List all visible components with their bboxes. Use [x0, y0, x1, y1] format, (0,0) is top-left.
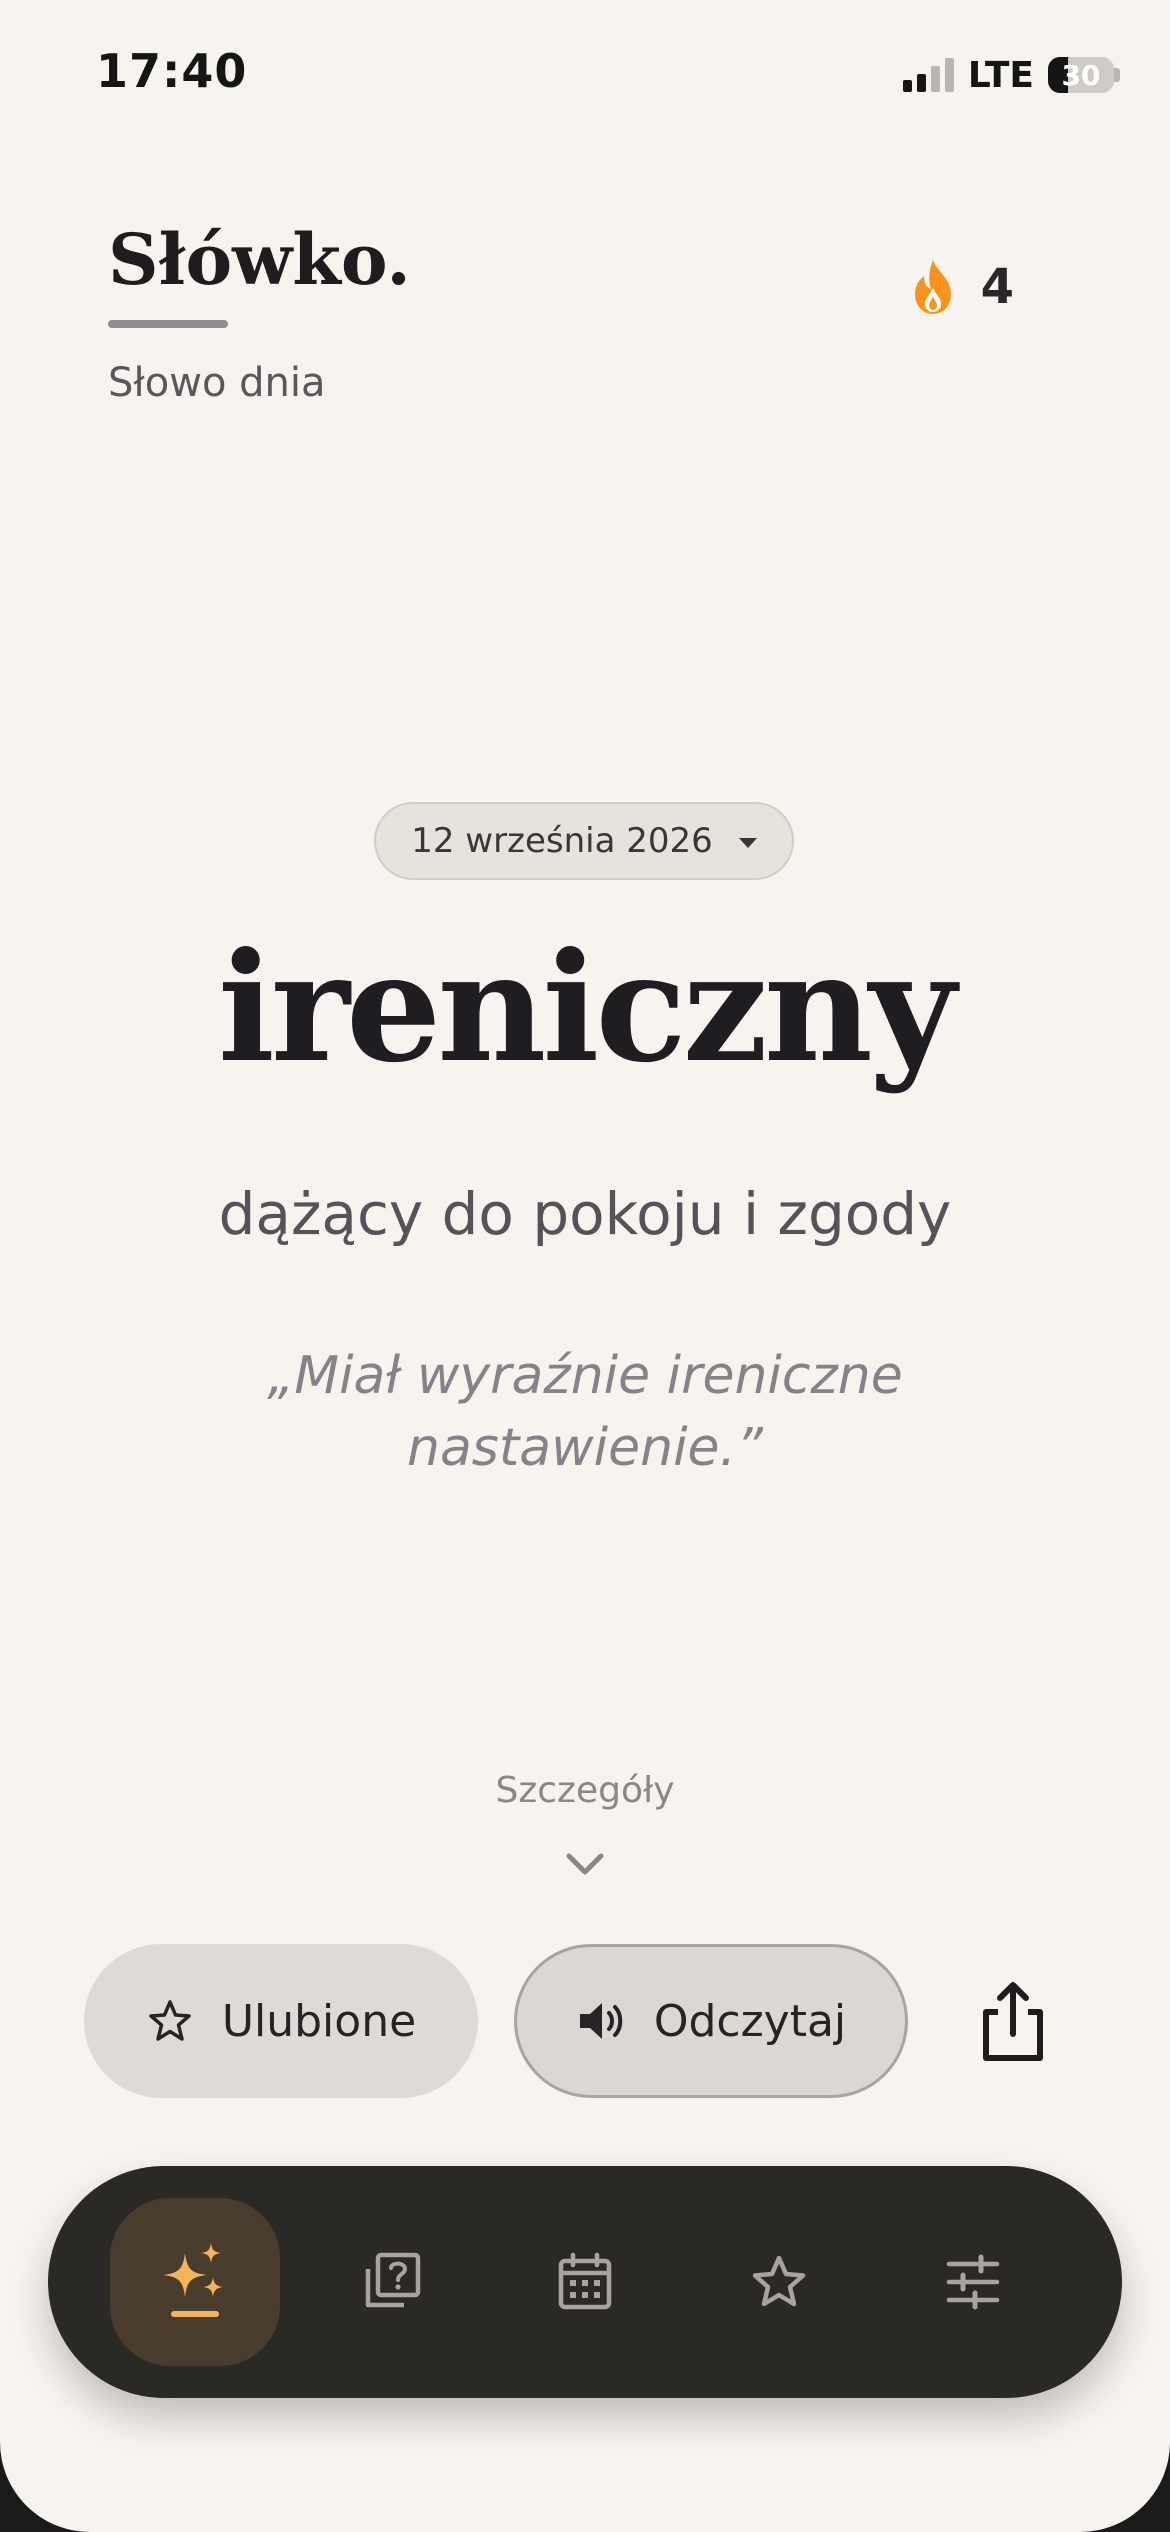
star-outline-icon — [149, 2000, 191, 2041]
calendar-icon — [558, 2252, 612, 2310]
flame-icon — [914, 260, 951, 314]
sliders-icon — [946, 2254, 1000, 2310]
star-icon — [752, 2255, 806, 2307]
bottom-nav — [48, 2166, 1122, 2398]
nav-item-calendar[interactable] — [500, 2166, 670, 2398]
page-subtitle: Słowo dnia — [108, 360, 326, 406]
date-label: 12 września 2026 — [411, 821, 713, 861]
speaker-icon — [579, 2003, 623, 2039]
share-icon[interactable] — [976, 1978, 1050, 2064]
favorite-label: Ulubione — [221, 1995, 417, 2047]
app-screen: 17:40 LTE 30 Słówko. Słowo dnia 4 12 wrz… — [0, 0, 1170, 2532]
streak-counter[interactable]: 4 — [907, 258, 1014, 316]
status-indicators: LTE 30 — [902, 50, 1120, 100]
details-toggle[interactable]: Szczegóły — [0, 1770, 1170, 1811]
quiz-icon — [365, 2252, 421, 2308]
chevron-down-icon[interactable] — [563, 1848, 607, 1880]
word-example: „Miał wyraźnie ireniczne nastawienie.” — [267, 1346, 903, 1478]
battery-level: 30 — [1061, 59, 1101, 92]
read-aloud-button[interactable]: Odczytaj — [514, 1944, 908, 2098]
caret-down-icon — [738, 838, 757, 848]
word-title: ireniczny — [217, 920, 956, 1096]
nav-item-settings[interactable] — [888, 2166, 1058, 2398]
nav-item-quiz[interactable] — [306, 2166, 476, 2398]
favorite-button[interactable]: Ulubione — [84, 1944, 478, 2098]
sparkles-icon — [163, 2243, 223, 2317]
nav-item-favorites[interactable] — [694, 2166, 864, 2398]
network-label: LTE — [967, 54, 1034, 96]
status-time: 17:40 — [96, 44, 248, 98]
nav-item-word-of-day[interactable] — [110, 2166, 280, 2398]
date-selector[interactable]: 12 września 2026 — [374, 802, 794, 880]
title-underline — [108, 320, 228, 328]
read-aloud-label: Odczytaj — [653, 1995, 847, 2047]
signal-icon — [902, 58, 954, 92]
battery-icon: 30 — [1048, 57, 1114, 93]
streak-count: 4 — [980, 259, 1014, 315]
word-definition: dążący do pokoju i zgody — [218, 1180, 952, 1248]
app-logo-title: Słówko. — [108, 218, 411, 301]
